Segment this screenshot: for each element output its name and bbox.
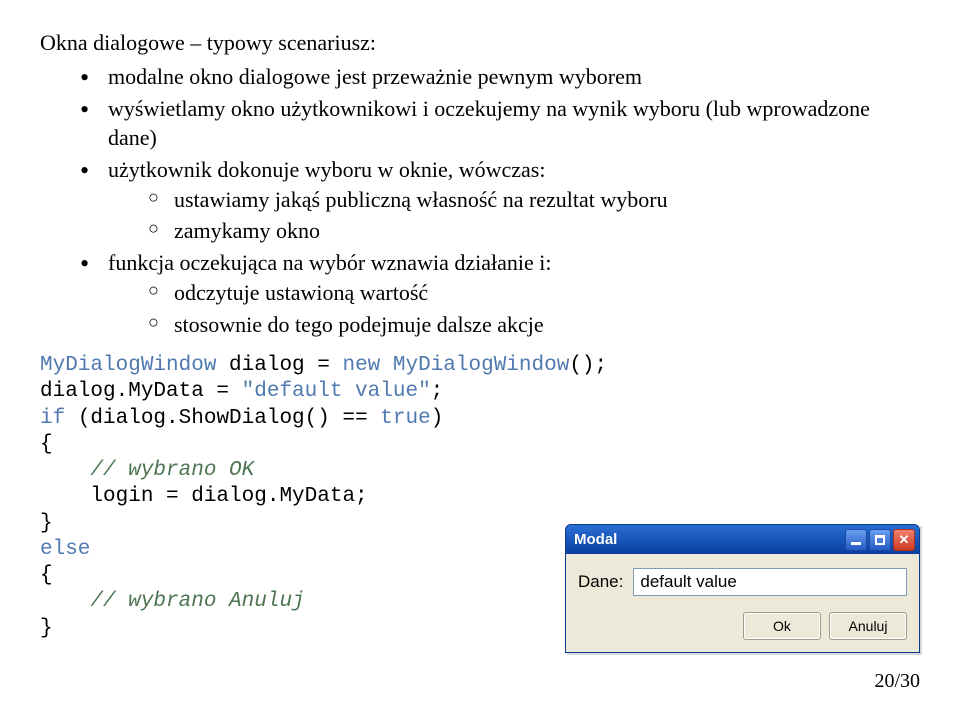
bullet-list: modalne okno dialogowe jest przeważnie p… <box>40 62 920 339</box>
list-item-text: funkcja oczekująca na wybór wznawia dzia… <box>108 250 551 275</box>
code-comment: // wybrano OK <box>40 459 254 482</box>
code-keyword: true <box>380 407 430 430</box>
sub-list: ustawiamy jakąś publiczną własność na re… <box>108 185 920 246</box>
window-title: Modal <box>574 531 843 548</box>
cancel-button[interactable]: Anuluj <box>829 612 907 640</box>
list-item-text: użytkownik dokonuje wyboru w oknie, wówc… <box>108 157 545 182</box>
page-heading: Okna dialogowe – typowy scenariusz: <box>40 30 920 56</box>
code-text: { <box>40 564 53 587</box>
code-text: dialog.MyData = <box>40 380 242 403</box>
ok-button[interactable]: Ok <box>743 612 821 640</box>
list-item: ustawiamy jakąś publiczną własność na re… <box>148 185 920 215</box>
code-text: (); <box>569 354 607 377</box>
maximize-icon <box>875 535 885 545</box>
dialog-client-area: Dane: Ok Anuluj <box>565 554 920 653</box>
data-input[interactable] <box>633 568 907 596</box>
code-keyword: if <box>40 407 65 430</box>
code-text: ) <box>431 407 444 430</box>
code-text: } <box>40 512 53 535</box>
code-string: "default value" <box>242 380 431 403</box>
code-type: MyDialogWindow <box>40 354 216 377</box>
dialog-window: Modal ✕ Dane: Ok Anuluj <box>565 524 920 653</box>
sub-list: odczytuje ustawioną wartość stosownie do… <box>108 278 920 339</box>
list-item: modalne okno dialogowe jest przeważnie p… <box>80 62 920 92</box>
code-text: { <box>40 433 53 456</box>
button-row: Ok Anuluj <box>578 612 907 640</box>
list-item: użytkownik dokonuje wyboru w oknie, wówc… <box>80 155 920 246</box>
code-text: login = dialog.MyData; <box>40 485 368 508</box>
list-item: wyświetlamy okno użytkownikowi i oczekuj… <box>80 94 920 153</box>
list-item: zamykamy okno <box>148 216 920 246</box>
code-text: ; <box>431 380 444 403</box>
code-comment: // wybrano Anuluj <box>40 590 305 613</box>
minimize-button[interactable] <box>845 529 867 551</box>
code-text: } <box>40 617 53 640</box>
close-icon: ✕ <box>899 532 910 548</box>
input-row: Dane: <box>578 568 907 596</box>
code-text <box>380 354 393 377</box>
code-keyword: new <box>342 354 380 377</box>
code-text: dialog = <box>216 354 342 377</box>
list-item: stosownie do tego podejmuje dalsze akcje <box>148 310 920 340</box>
code-text: (dialog.ShowDialog() == <box>65 407 380 430</box>
code-keyword: else <box>40 538 90 561</box>
maximize-button[interactable] <box>869 529 891 551</box>
code-type: MyDialogWindow <box>393 354 569 377</box>
input-label: Dane: <box>578 572 623 592</box>
list-item: odczytuje ustawioną wartość <box>148 278 920 308</box>
titlebar[interactable]: Modal ✕ <box>565 524 920 554</box>
minimize-icon <box>851 542 861 545</box>
page-number: 20/30 <box>874 670 920 693</box>
list-item: funkcja oczekująca na wybór wznawia dzia… <box>80 248 920 339</box>
close-button[interactable]: ✕ <box>893 529 915 551</box>
